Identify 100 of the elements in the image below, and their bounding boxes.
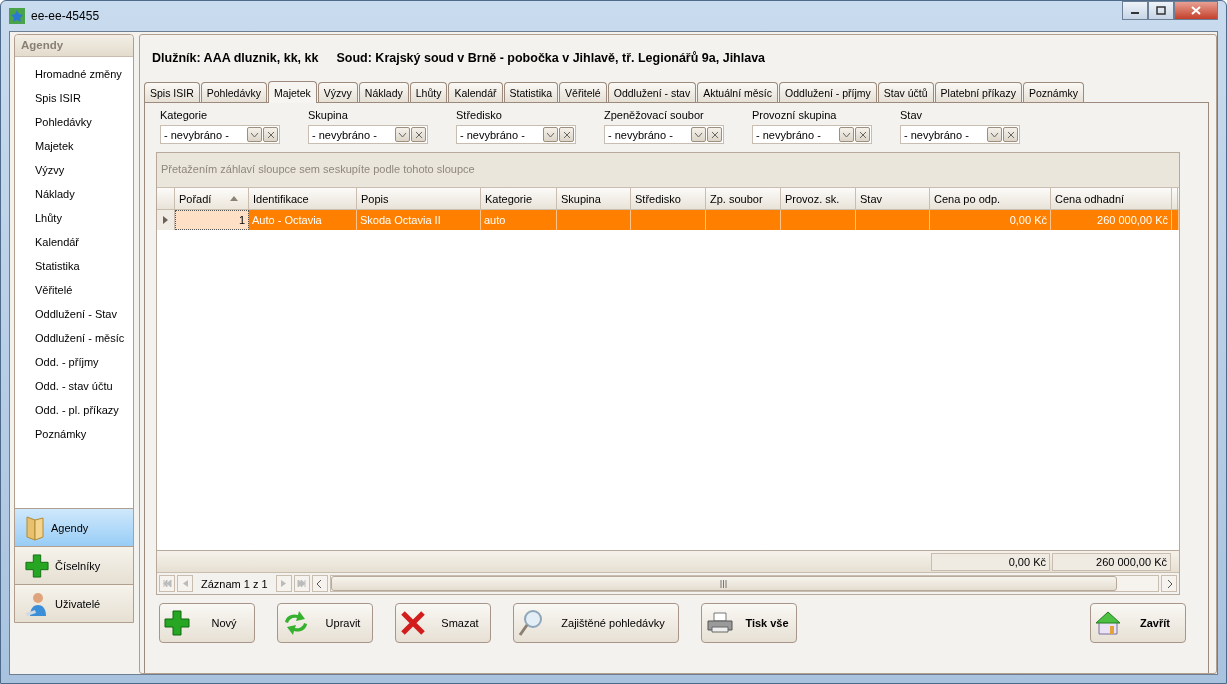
action-button[interactable]: Tisk vše (701, 603, 797, 643)
dropdown-button[interactable] (543, 127, 558, 142)
tab[interactable]: Poznámky (1022, 82, 1084, 102)
filter-label: Kategorie (160, 109, 209, 123)
dropdown-button[interactable] (839, 127, 854, 142)
sidebar-item[interactable]: Spis ISIR (15, 86, 133, 110)
clear-button[interactable] (1003, 127, 1018, 142)
house-icon (1095, 610, 1121, 636)
dropdown-button[interactable] (247, 127, 262, 142)
table-cell: Auto - Octavia (249, 210, 357, 230)
tab[interactable]: Oddlužení - stav (607, 82, 697, 102)
column-header[interactable]: Provoz. sk. (781, 188, 856, 209)
filter-label: Stav (900, 109, 923, 123)
sidebar-item[interactable]: Výzvy (15, 158, 133, 182)
sidebar-item[interactable]: Pohledávky (15, 110, 133, 134)
scroll-left-button[interactable] (311, 575, 328, 592)
table-cell: auto (481, 210, 557, 230)
close-icon (710, 130, 719, 139)
tab[interactable]: Věřitelé (559, 82, 607, 102)
column-header[interactable]: Identifikace (249, 188, 357, 209)
column-header[interactable]: Cena odhadní (1051, 188, 1172, 209)
tab[interactable]: Majetek (268, 81, 317, 103)
chevron-down-icon (546, 131, 555, 138)
triangle-right-icon (281, 580, 287, 587)
column-header[interactable]: Stav (856, 188, 930, 209)
filter-dropdown[interactable]: - nevybráno - (308, 125, 428, 144)
close-icon (858, 130, 867, 139)
sidebar-item[interactable]: Odd. - pl. příkazy (15, 398, 133, 422)
sidebar-item[interactable]: Majetek (15, 134, 133, 158)
sidebar-section[interactable]: Číselníky (15, 546, 133, 584)
sidebar-item[interactable]: Náklady (15, 182, 133, 206)
sidebar-item[interactable]: Odd. - stav účtu (15, 374, 133, 398)
filter-dropdown[interactable]: - nevybráno - (456, 125, 576, 144)
dropdown-button[interactable] (987, 127, 1002, 142)
close-icon (1006, 130, 1015, 139)
close-icon (414, 130, 423, 139)
sidebar-section[interactable]: Uživatelé (15, 584, 133, 622)
sidebar-section[interactable]: Agendy (15, 508, 133, 546)
filter-dropdown[interactable]: - nevybráno - (752, 125, 872, 144)
clear-button[interactable] (707, 127, 722, 142)
sidebar-item[interactable]: Poznámky (15, 422, 133, 446)
column-header[interactable]: Cena po odp. (930, 188, 1051, 209)
sidebar-item[interactable]: Kalendář (15, 230, 133, 254)
court-label: Soud: Krajský soud v Brně - pobočka v Jihlavě, tř. Legionářů 9a, Jihlava (336, 50, 766, 65)
tab[interactable]: Náklady (358, 82, 409, 102)
action-button[interactable]: Smazat (395, 603, 491, 643)
column-header[interactable]: Kategorie (481, 188, 557, 209)
tab[interactable]: Stav účtů (877, 82, 934, 102)
action-button[interactable]: Zajištěné pohledávky (513, 603, 679, 643)
clear-button[interactable] (263, 127, 278, 142)
window-title: ee-ee-45455 (31, 9, 100, 23)
tab[interactable]: Pohledávky (200, 82, 268, 102)
dropdown-button[interactable] (691, 127, 706, 142)
sidebar-item[interactable]: Oddlužení - měsíc (15, 326, 133, 350)
sidebar-item[interactable]: Lhůty (15, 206, 133, 230)
clear-button[interactable] (855, 127, 870, 142)
action-button[interactable]: Nový (159, 603, 255, 643)
column-header[interactable]: Zp. soubor (706, 188, 781, 209)
filter-dropdown[interactable]: - nevybráno - (900, 125, 1020, 144)
filter-dropdown[interactable]: - nevybráno - (160, 125, 280, 144)
chevron-down-icon (842, 131, 851, 138)
close-button[interactable] (1174, 1, 1218, 20)
tab[interactable]: Spis ISIR (144, 82, 200, 102)
table-cell: 1 (175, 210, 249, 230)
action-button[interactable]: Zavřít (1090, 603, 1186, 643)
dropdown-button[interactable] (395, 127, 410, 142)
scroll-right-button[interactable] (1161, 575, 1177, 592)
summary-cell: 0,00 Kč (931, 553, 1050, 571)
maximize-button[interactable] (1148, 1, 1174, 20)
sidebar-item[interactable]: Hromadné změny (15, 62, 133, 86)
horizontal-scrollbar[interactable] (329, 575, 1159, 592)
tab[interactable]: Statistika (503, 82, 559, 102)
folder-icon (25, 514, 45, 541)
sidebar-item[interactable]: Oddlužení - Stav (15, 302, 133, 326)
printer-icon (706, 611, 734, 635)
column-header[interactable]: Popis (357, 188, 481, 209)
clear-button[interactable] (559, 127, 574, 142)
tab[interactable]: Oddlužení - příjmy (779, 82, 877, 102)
column-header[interactable]: Středisko (631, 188, 706, 209)
filter-dropdown[interactable]: - nevybráno - (604, 125, 724, 144)
column-header[interactable]: Skupina (557, 188, 631, 209)
triangle-left-icon (182, 580, 188, 587)
minimize-button[interactable] (1122, 1, 1148, 20)
sidebar-item[interactable]: Věřitelé (15, 278, 133, 302)
refresh-arrows-icon (282, 610, 310, 636)
close-icon (266, 130, 275, 139)
tab[interactable]: Lhůty (409, 82, 448, 102)
chevron-down-icon (398, 131, 407, 138)
clear-button[interactable] (411, 127, 426, 142)
action-button[interactable]: Upravit (277, 603, 373, 643)
chevron-down-icon (694, 131, 703, 138)
summary-cell: 260 000,00 Kč (1052, 553, 1171, 571)
tab[interactable]: Výzvy (317, 82, 358, 102)
table-row[interactable]: 1 Auto - Octavia Skoda Octavia II auto 0,00 Kč 260 000,00 Kč (157, 210, 1179, 230)
tab[interactable]: Platební příkazy (934, 82, 1022, 102)
sidebar-item[interactable]: Odd. - příjmy (15, 350, 133, 374)
close-icon (562, 130, 571, 139)
tab[interactable]: Kalendář (448, 82, 503, 102)
tab[interactable]: Aktuální měsíc (697, 82, 779, 102)
sidebar-item[interactable]: Statistika (15, 254, 133, 278)
